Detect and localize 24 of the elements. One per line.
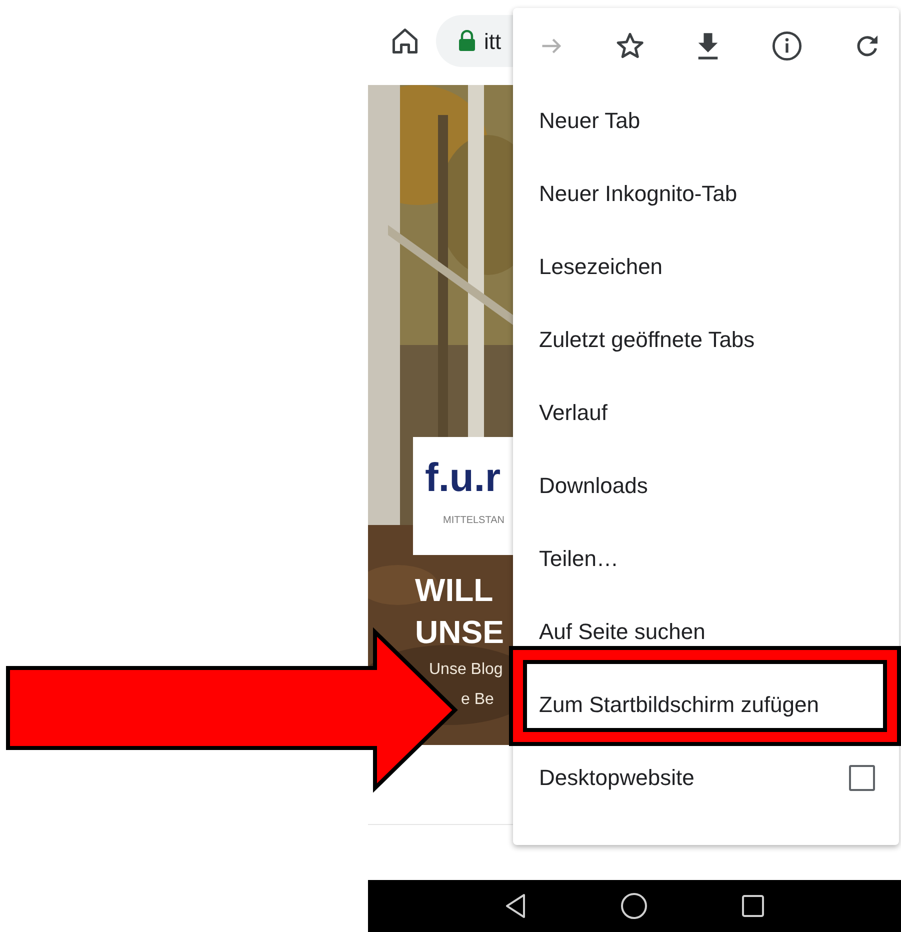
logo-text: f.u.r [425, 455, 502, 502]
menu-item[interactable]: Neuer Tab [513, 84, 899, 157]
menu-item[interactable]: Downloads [513, 449, 899, 522]
home-icon[interactable] [620, 892, 648, 920]
lock-icon [458, 30, 476, 52]
menu-item[interactable]: Teilen… [513, 522, 899, 595]
menu-item[interactable]: Desktopwebsite [513, 741, 899, 814]
subline-text: e Be [460, 690, 495, 710]
menu-item[interactable]: Zuletzt geöffnete Tabs [513, 303, 899, 376]
info-icon[interactable] [771, 30, 803, 62]
logo-subtitle: MITTELSTAN [442, 514, 506, 528]
checkbox[interactable] [849, 764, 875, 790]
headline-text: WILL [415, 571, 494, 610]
menu-item[interactable]: Verlauf [513, 376, 899, 449]
menu-item[interactable]: Neuer Inkognito-Tab [513, 157, 899, 230]
recents-icon[interactable] [740, 894, 765, 918]
address-bar[interactable]: itt [436, 15, 513, 67]
home-icon[interactable] [390, 26, 420, 56]
menu-item[interactable]: Auf Seite suchen [513, 595, 899, 668]
star-icon[interactable] [615, 31, 645, 61]
subline-text: Unse Blog [428, 660, 504, 680]
url-text: itt [484, 28, 502, 56]
menu-item[interactable]: Lesezeichen [513, 230, 899, 303]
headline-text: UNSE [415, 613, 505, 652]
